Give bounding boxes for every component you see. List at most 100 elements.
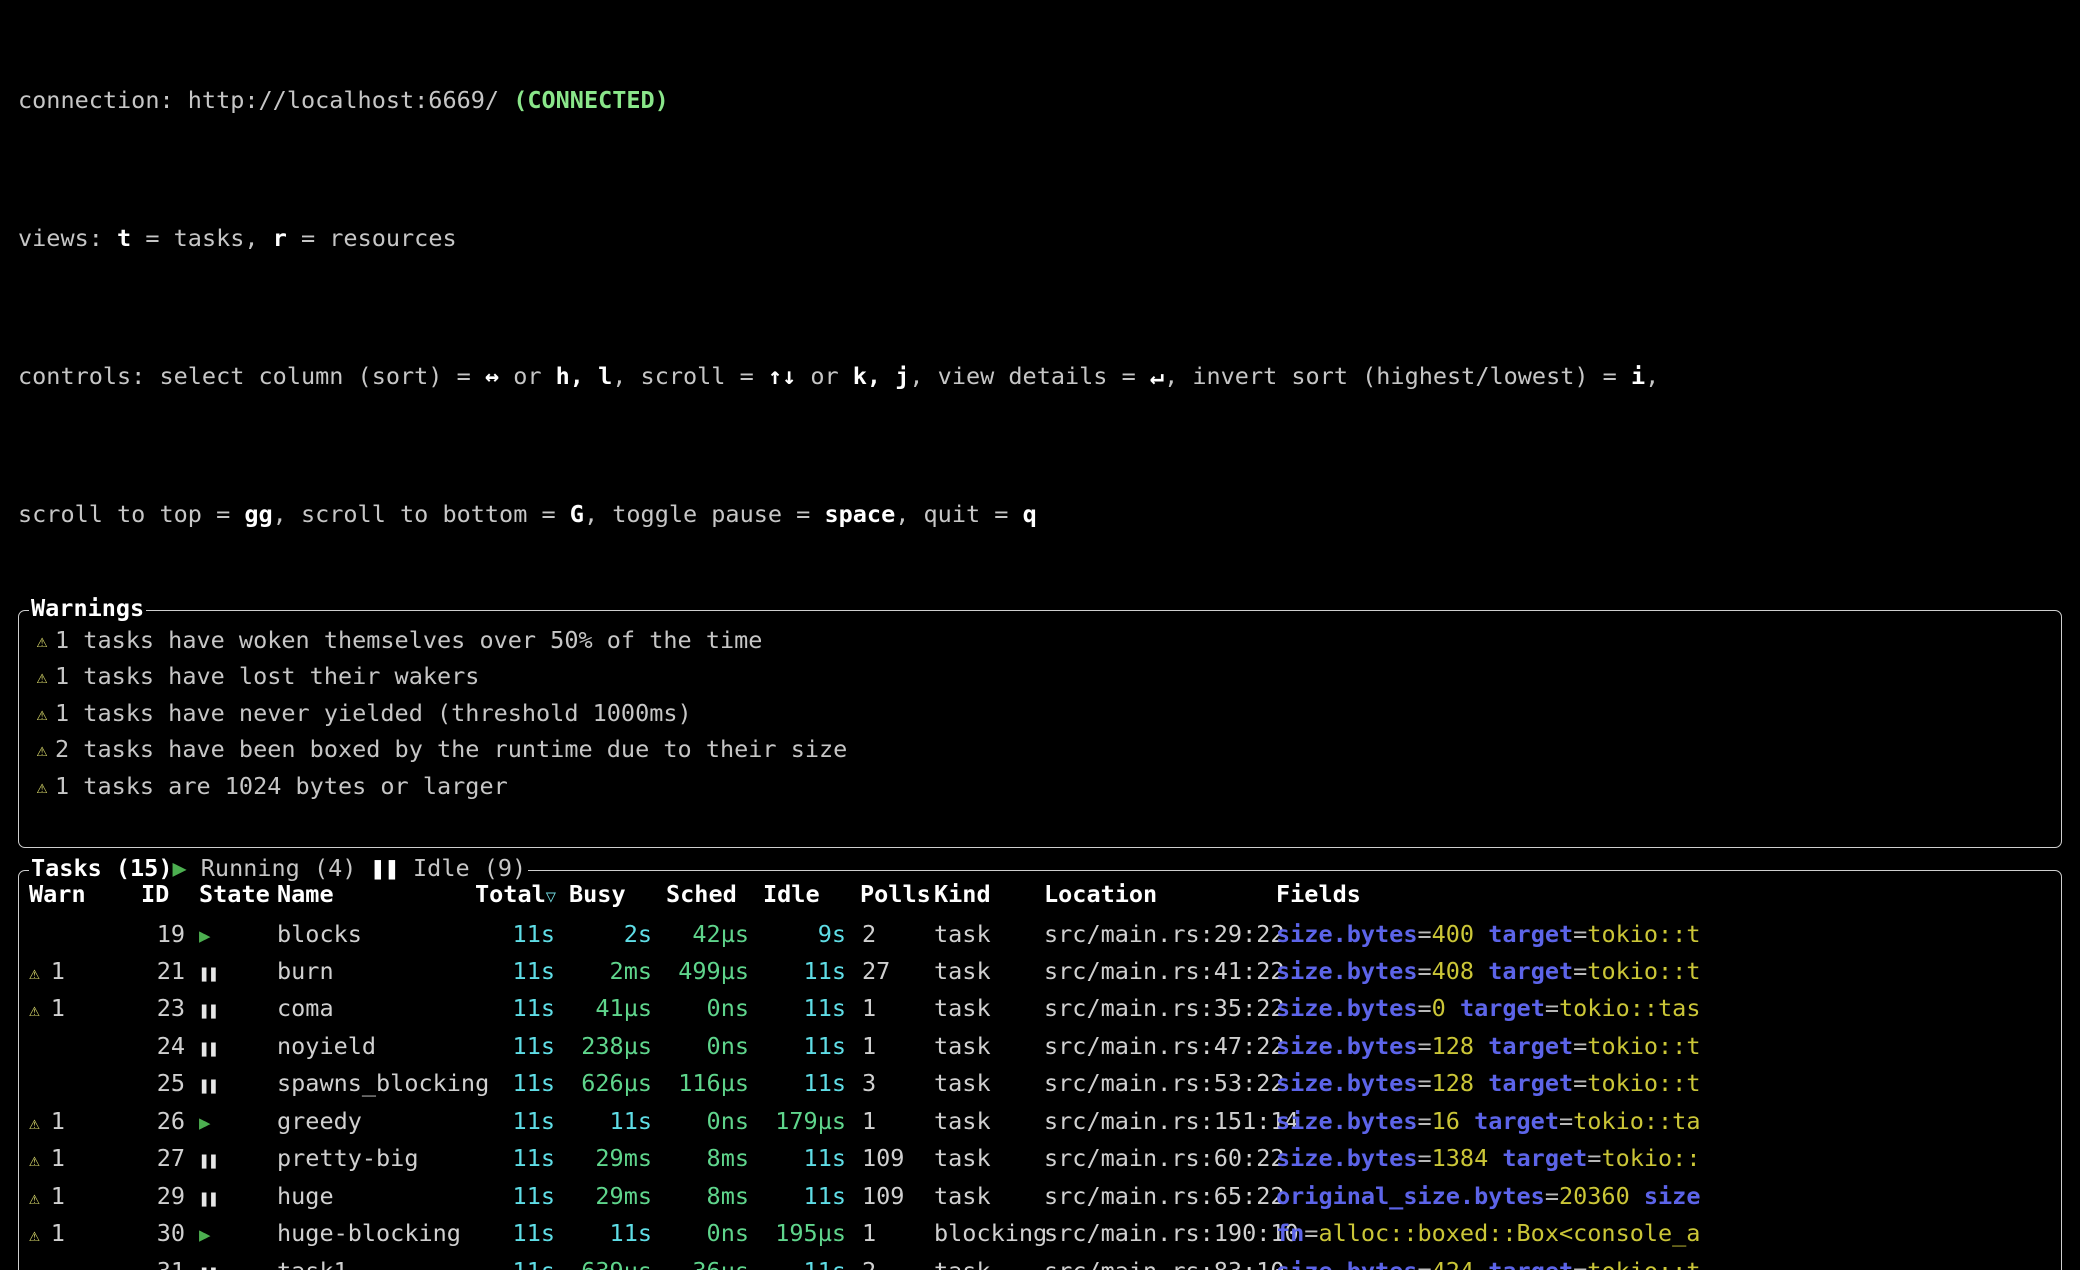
column-header-total[interactable]: Total▽ (475, 877, 569, 918)
field-value: 424 (1432, 1257, 1474, 1270)
warnings-panel: Warnings ⚠ 1 tasks have woken themselves … (18, 593, 2062, 848)
field-value: 128 (1431, 1031, 1475, 1060)
cell-total: 11s (512, 1069, 555, 1097)
column-header-kind[interactable]: Kind (934, 877, 1044, 918)
views-resources-text: = resources (286, 224, 457, 252)
column-header-name[interactable]: Name (277, 877, 475, 918)
field-equals: = (1544, 994, 1559, 1022)
field-value: 400 (1431, 920, 1475, 948)
field-key: target (1459, 994, 1545, 1022)
field-key: size.bytes (1276, 1144, 1418, 1172)
state-idle-icon: ❚❚ (199, 1264, 219, 1270)
cell-busy: 238µs (581, 1031, 652, 1060)
table-row[interactable]: 31❚❚task111s639µs36µs11s2tasksrc/main.rs… (29, 1254, 2061, 1270)
controls-kj-keys[interactable]: k, j (853, 362, 910, 390)
table-row[interactable]: ⚠ 1 27 ❚❚ pretty-big 11s 29ms 8ms 11s 109 task src… (29, 1141, 2061, 1179)
column-header-total-label: Total (475, 879, 546, 908)
cell-warn (29, 917, 141, 954)
controls-G-key[interactable]: G (570, 500, 584, 528)
warning-text: 2 tasks have been boxed by the runtime d… (55, 735, 848, 763)
controls-gg-key[interactable]: gg (244, 500, 272, 528)
cell-total: 11s (512, 956, 555, 985)
cell-location: src/main.rs:83:10 (1044, 1254, 1285, 1270)
field-key: target (1502, 1144, 1588, 1172)
field-equals: = (1587, 1144, 1602, 1172)
cell-name: noyield (277, 1031, 377, 1060)
cell-location: src/main.rs:41:22 (1044, 956, 1285, 985)
warning-item: ⚠ 1 tasks are 1024 bytes or larger (29, 769, 2061, 806)
table-row[interactable]: ⚠ 1 21 ❚❚ burn 11s 2ms 499µs 11s 27 task src/main.… (29, 954, 2061, 992)
cell-busy: 639µs (569, 1254, 666, 1270)
controls-trailing-comma: , (1645, 362, 1660, 390)
field-key: size.bytes (1276, 1031, 1418, 1060)
cell-state: ❚❚ (199, 1029, 277, 1067)
state-running-icon: ▶ (199, 925, 211, 947)
cell-polls: 1 (862, 1219, 877, 1247)
running-play-icon: ▶ (172, 853, 187, 882)
views-resources-key[interactable]: r (273, 224, 287, 252)
table-row[interactable]: 25 ❚❚ spawns_blocking 11s 626µs 116µs 11s 3 task… (29, 1066, 2061, 1104)
controls-hl-keys[interactable]: h, l (556, 362, 613, 390)
state-idle-icon: ❚❚ (199, 1038, 219, 1059)
cell-idle: 11s (763, 1254, 860, 1270)
controls-space-key[interactable]: space (824, 500, 895, 528)
cell-idle: 11s (803, 956, 846, 985)
cell-sched: 0ns (706, 1106, 749, 1135)
warning-item: ⚠ 2 tasks have been boxed by the runtime … (29, 732, 2061, 769)
tasks-table-header-row: Warn ID State Name Total▽ Busy Sched Idl… (29, 877, 2061, 918)
table-row[interactable]: 24 ❚❚ noyield 11s 238µs 0ns 11s 1 task src/main.r… (29, 1029, 2061, 1067)
cell-warn: ⚠ 1 (29, 1216, 141, 1254)
table-row[interactable]: ⚠ 1 29 ❚❚ huge 11s 29ms 8ms 11s 109 task src/main.… (29, 1179, 2061, 1217)
column-header-polls[interactable]: Polls (860, 877, 934, 918)
column-header-sched[interactable]: Sched (666, 877, 763, 918)
column-header-fields[interactable]: Fields (1276, 877, 2061, 918)
cell-busy: 11s (609, 1219, 652, 1247)
state-idle-icon: ❚❚ (199, 1001, 219, 1021)
cell-idle: 9s (817, 920, 846, 948)
cell-idle: 195µs (775, 1219, 846, 1247)
connection-status: (CONNECTED) (513, 86, 669, 114)
controls-select-text: select column (sort) = (159, 362, 485, 390)
table-row[interactable]: ⚠ 1 23 ❚❚ coma 11s 41µs 0ns 11s 1 task src/main.rs… (29, 991, 2061, 1029)
cell-fields: fn=alloc::boxed::Box<console_a (1276, 1216, 2061, 1254)
controls-quit-key[interactable]: q (1023, 500, 1037, 528)
table-row[interactable]: ⚠ 1 30 ▶ huge-blocking 11s 11s 0ns 195µs 1 blocki… (29, 1216, 2061, 1254)
column-header-idle[interactable]: Idle (763, 877, 860, 918)
field-equals: = (1573, 956, 1588, 985)
cell-fields: size.bytes=1384 target=tokio:: (1276, 1141, 2061, 1179)
field-key: original_size.bytes (1276, 1181, 1545, 1210)
column-header-warn[interactable]: Warn (29, 877, 141, 918)
views-tasks-key[interactable]: t (117, 224, 131, 252)
table-row[interactable]: ⚠ 1 26 ▶ greedy 11s 11s 0ns 179µs 1 task src/main.… (29, 1104, 2061, 1142)
warning-triangle-icon: ⚠ (36, 667, 48, 688)
field-separator (1474, 920, 1488, 948)
field-separator (1630, 1182, 1644, 1210)
cell-name: huge-blocking (277, 1219, 461, 1247)
warning-text: 1 tasks have never yielded (threshold 10… (55, 698, 692, 727)
cell-kind: task (934, 1254, 1044, 1270)
cell-polls: 2 (860, 1254, 934, 1270)
field-equals: = (1304, 1219, 1319, 1247)
cell-warn: ⚠ 1 (29, 954, 141, 992)
cell-fields: size.bytes=0 target=tokio::tas (1276, 991, 2061, 1029)
column-header-id[interactable]: ID (141, 877, 199, 918)
column-header-state[interactable]: State (199, 877, 277, 918)
state-idle-icon: ❚❚ (199, 963, 219, 984)
field-key: fn (1276, 1219, 1305, 1247)
cell-sched: 36µs (666, 1254, 763, 1270)
field-key: size (1643, 1181, 1701, 1210)
column-header-location[interactable]: Location (1044, 877, 1276, 918)
cell-location: src/main.rs:151:14 (1044, 1106, 1299, 1135)
column-header-busy[interactable]: Busy (569, 877, 666, 918)
cell-fields: size.bytes=424 target=tokio::t (1276, 1254, 2061, 1270)
cell-idle: 179µs (775, 1106, 846, 1135)
cell-state: ❚❚ (199, 1179, 277, 1217)
controls-details-text: , view details = (909, 362, 1150, 390)
tasks-table-viewport[interactable]: Warn ID State Name Total▽ Busy Sched Idl… (19, 871, 2061, 1270)
controls-invert-key[interactable]: i (1631, 362, 1645, 390)
table-row[interactable]: 19 ▶ blocks 11s 2s 42µs 9s 2 task src/main.rs:29:… (29, 917, 2061, 954)
cell-polls: 109 (862, 1144, 905, 1172)
cell-kind: blocking (934, 1219, 1048, 1247)
cell-id: 27 (156, 1144, 185, 1172)
cell-fields: size.bytes=408 target=tokio::t (1276, 954, 2061, 992)
